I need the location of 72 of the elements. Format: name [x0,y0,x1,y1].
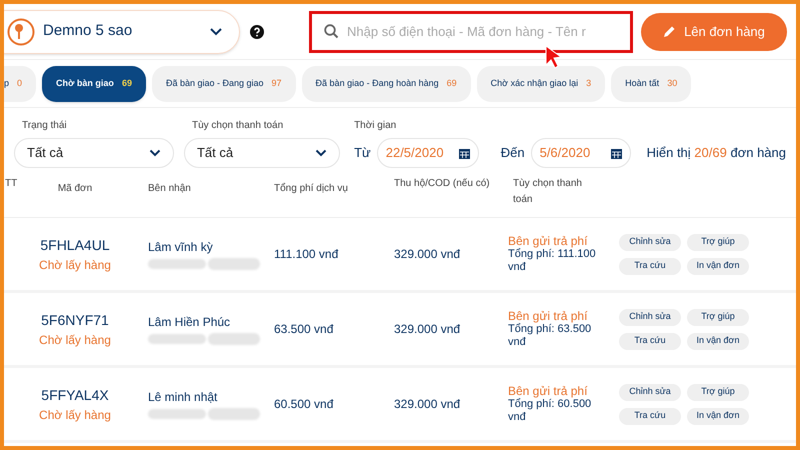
status-dropdown[interactable]: Tất cả [14,138,174,168]
filter-label: Tùy chọn thanh toán [190,119,284,133]
search-icon [324,24,339,39]
order-status: Chờ lấy hàng [39,332,111,348]
calendar-icon [458,148,470,158]
order-code: 5F6NYF71 [41,310,109,330]
status-tab[interactable]: Đã bàn giao - Đang giao 97 [152,66,296,102]
recipient-name: Lâm Hiền Phúc [148,314,232,331]
column-header: TT [4,177,18,191]
action-button[interactable]: Chỉnh sửa [619,308,681,326]
date-from-label: Từ [354,144,371,162]
status-tab[interactable]: Hoàn tất 30 [611,66,692,102]
redacted-address-blur [208,258,260,270]
chevron-down-icon [315,149,328,157]
filter-label: Trạng thái [21,119,68,133]
date-to-label: Đến [500,144,525,162]
status-tab[interactable]: Chờ xác nhận giao lại 3 [476,66,606,102]
recipient-name: Lâm vĩnh kỳ [148,239,214,256]
payment-dropdown[interactable]: Tất cả [184,138,340,168]
column-header: Tùy chọn thanh toán [512,177,583,207]
filter-label: Thời gian [354,119,398,133]
redacted-address-blur [208,408,260,420]
order-code: 5FHLA4UL [40,236,110,254]
redacted-address-blur [208,333,260,345]
order-code: 5FFYAL4X [41,386,109,404]
search-field[interactable]: Nhập số điện thoại - Mã đơn hàng - Tên r [309,10,633,52]
action-button[interactable]: In vận đơn [687,258,749,274]
redacted-phone-blur [148,334,206,344]
total-fee: Tổng phí: 111.100 vnđ [508,248,597,274]
cod-amount: 329.000 vnđ [393,246,462,263]
column-header: Tổng phí dịch vụ [273,182,349,196]
help-icon[interactable] [250,24,264,38]
location-pin-icon [7,18,35,46]
chevron-down-icon [209,26,223,36]
order-count-summary: Hiển thị 20/69 đơn hàng [646,144,786,162]
search-input[interactable]: Nhập số điện thoại - Mã đơn hàng - Tên r [347,22,618,42]
column-header: Bên nhận [147,182,192,196]
action-button[interactable]: Trợ giúp [687,384,749,400]
total-fee: Tổng phí: 60.500 vnđ [508,398,592,424]
payer-label: Bên gửi trả phí [508,234,588,248]
total-fee: Tổng phí: 63.500 vnđ [508,322,592,348]
action-button[interactable]: Chỉnh sửa [619,384,681,400]
pencil-icon [663,25,676,38]
cod-amount: 329.000 vnđ [393,396,462,413]
payer-label: Bên gửi trả phí [508,310,588,322]
recipient-name: Lê minh nhật [148,389,218,406]
status-tab[interactable]: Đã bàn giao - Đang hoàn hàng 69 [302,66,471,102]
calendar-icon [610,148,622,158]
action-button[interactable]: Tra cứu [619,408,681,424]
store-selector[interactable]: Demno 5 sao [4,10,240,54]
service-fee: 63.500 vnđ [273,321,334,338]
service-fee: 60.500 vnđ [273,396,334,413]
status-tab[interactable]: Chờ bàn giao 69 [42,66,146,102]
column-header: Mã đơn [56,182,94,196]
service-fee: 111.100 vnđ [273,246,340,263]
action-button[interactable]: In vận đơn [687,332,749,350]
order-status: Chờ lấy hàng [39,256,111,274]
column-header: Thu hộ/COD (nếu có) [393,177,491,191]
order-status: Chờ lấy hàng [39,406,111,424]
action-button[interactable]: Chỉnh sửa [619,234,681,250]
cod-amount: 329.000 vnđ [393,321,462,338]
payer-label: Bên gửi trả phí [508,384,588,398]
store-name: Demno 5 sao [43,21,134,42]
action-button[interactable]: Tra cứu [619,332,681,350]
action-button[interactable]: Trợ giúp [687,234,749,250]
action-button[interactable]: Tra cứu [619,258,681,274]
chevron-down-icon [148,149,161,157]
redacted-phone-blur [148,259,206,269]
action-button[interactable]: Trợ giúp [687,308,749,326]
status-tab[interactable]: p 0 [4,66,36,102]
action-button[interactable]: In vận đơn [687,408,749,424]
redacted-phone-blur [148,409,206,419]
